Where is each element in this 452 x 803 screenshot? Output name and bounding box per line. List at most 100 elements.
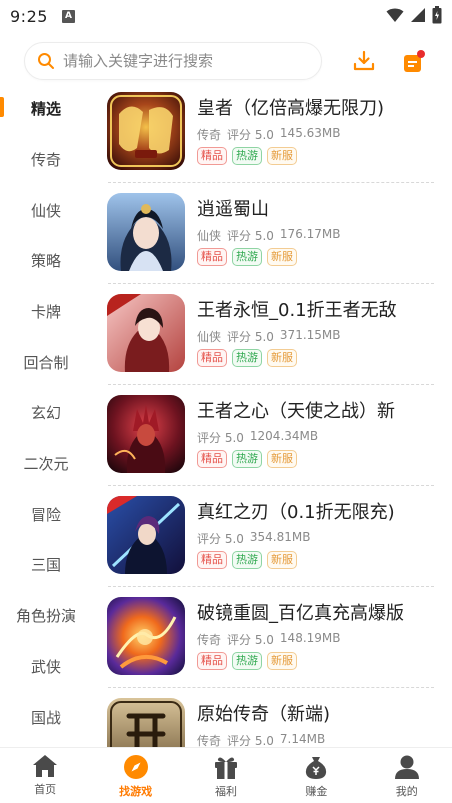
message-button[interactable] (400, 47, 428, 77)
game-size: 354.81MB (249, 530, 311, 544)
sidebar-item-three-kingdoms[interactable]: 三国 (0, 549, 92, 579)
tag-premium: 精品 (197, 450, 227, 468)
game-size: 371.15MB (279, 328, 341, 342)
game-title: 王者永恒_0.1折王者无敌 (197, 300, 397, 321)
sidebar-item-adventure[interactable]: 冒险 (0, 499, 92, 529)
nav-find-games[interactable]: 找游戏 (90, 748, 180, 803)
game-icon (107, 193, 185, 271)
game-tags: 精品 热游 新服 (197, 349, 297, 367)
game-genre: 传奇 (197, 734, 222, 747)
game-icon (107, 294, 185, 372)
game-title: 原始传奇（新端) (197, 704, 331, 725)
game-meta: 评分 5.0 354.81MB (197, 530, 310, 547)
nav-profile[interactable]: 我的 (362, 748, 452, 803)
tag-hot: 热游 (232, 349, 262, 367)
tag-new-server: 新服 (267, 349, 297, 367)
sidebar-item-anime[interactable]: 二次元 (0, 448, 92, 478)
nav-label: 福利 (214, 785, 237, 798)
game-item[interactable]: 真红之刃（0.1折无限充) 评分 5.0 354.81MB 精品 热游 新服 (100, 486, 434, 587)
battery-icon (432, 6, 442, 24)
sidebar-item-fantasy[interactable]: 玄幻 (0, 397, 92, 427)
tag-premium: 精品 (197, 147, 227, 165)
game-meta: 传奇 评分 5.0 7.14MB (197, 732, 325, 747)
game-meta: 传奇 评分 5.0 145.63MB (197, 126, 341, 143)
game-tags: 精品 热游 新服 (197, 450, 297, 468)
download-icon (353, 50, 375, 71)
game-icon (107, 92, 185, 170)
game-title: 王者之心（天使之战）新 (197, 401, 395, 422)
signal-icon (411, 8, 425, 22)
status-icons (386, 6, 442, 24)
tag-hot: 热游 (232, 248, 262, 266)
tag-new-server: 新服 (267, 147, 297, 165)
game-item[interactable]: 逍遥蜀山 仙侠 评分 5.0 176.17MB 精品 热游 新服 (100, 183, 434, 284)
search-icon (38, 53, 54, 69)
search-input[interactable] (63, 52, 303, 70)
game-meta: 仙侠 评分 5.0 371.15MB (197, 328, 341, 345)
game-item[interactable]: 王者永恒_0.1折王者无敌 仙侠 评分 5.0 371.15MB 精品 热游 新… (100, 284, 434, 385)
game-rating: 评分 5.0 (227, 330, 274, 344)
game-item[interactable]: 破镜重圆_百亿真充高爆版 传奇 评分 5.0 148.19MB 精品 热游 新服 (100, 587, 434, 688)
game-size: 145.63MB (279, 126, 341, 140)
status-time: 9:25 (10, 6, 48, 26)
game-title: 皇者（亿倍高爆无限刀) (197, 98, 385, 119)
sidebar-item-nation-war[interactable]: 国战 (0, 702, 92, 732)
tag-premium: 精品 (197, 248, 227, 266)
game-item[interactable]: 皇者（亿倍高爆无限刀) 传奇 评分 5.0 145.63MB 精品 热游 新服 (100, 82, 434, 183)
game-icon (107, 597, 185, 675)
game-genre: 传奇 (197, 128, 222, 142)
game-item[interactable]: 王者之心（天使之战）新 评分 5.0 1204.34MB 精品 热游 新服 (100, 385, 434, 486)
game-rating: 评分 5.0 (197, 431, 244, 445)
game-item[interactable]: 原始传奇（新端) 传奇 评分 5.0 7.14MB 精品 热游 新服 (100, 688, 434, 747)
sidebar-item-strategy[interactable]: 策略 (0, 245, 92, 275)
game-rating: 评分 5.0 (227, 229, 274, 243)
tag-premium: 精品 (197, 652, 227, 670)
sidebar-item-xianxia[interactable]: 仙侠 (0, 195, 92, 225)
search-header (0, 42, 452, 82)
notification-app-icon: A (61, 9, 75, 23)
game-size: 1204.34MB (249, 429, 319, 443)
game-rating: 评分 5.0 (197, 532, 244, 546)
nav-label: 找游戏 (119, 785, 153, 798)
game-title: 破镜重圆_百亿真充高爆版 (197, 603, 404, 624)
game-tags: 精品 热游 新服 (197, 248, 297, 266)
nav-welfare[interactable]: 福利 (181, 748, 271, 803)
sidebar-item-card[interactable]: 卡牌 (0, 296, 92, 326)
money-bag-icon (306, 757, 327, 779)
search-bar[interactable] (24, 42, 322, 80)
game-tags: 精品 热游 新服 (197, 652, 297, 670)
sidebar-item-featured[interactable]: 精选 (0, 93, 92, 123)
tag-hot: 热游 (232, 551, 262, 569)
nav-label: 首页 (34, 783, 57, 796)
tag-hot: 热游 (232, 652, 262, 670)
nav-earn-gold[interactable]: 赚金 (271, 748, 361, 803)
sidebar-item-rpg[interactable]: 角色扮演 (0, 600, 92, 630)
game-size: 176.17MB (279, 227, 341, 241)
sidebar-item-legend[interactable]: 传奇 (0, 144, 92, 174)
game-title: 逍遥蜀山 (197, 199, 269, 220)
game-genre: 传奇 (197, 633, 222, 647)
tag-new-server: 新服 (267, 652, 297, 670)
game-meta: 评分 5.0 1204.34MB (197, 429, 318, 446)
download-button[interactable] (350, 47, 378, 75)
tag-hot: 热游 (232, 147, 262, 165)
tag-premium: 精品 (197, 551, 227, 569)
message-icon (404, 50, 425, 72)
game-tags: 精品 热游 新服 (197, 551, 297, 569)
user-icon (394, 755, 419, 779)
game-genre: 仙侠 (197, 330, 222, 344)
compass-icon (123, 755, 148, 779)
game-icon (107, 395, 185, 473)
game-list: 皇者（亿倍高爆无限刀) 传奇 评分 5.0 145.63MB 精品 热游 新服 … (100, 82, 452, 747)
tag-hot: 热游 (232, 450, 262, 468)
tag-new-server: 新服 (267, 450, 297, 468)
bottom-nav: 首页 找游戏 福利 赚金 我的 (0, 747, 452, 803)
game-size: 7.14MB (279, 732, 326, 746)
game-icon (107, 496, 185, 574)
game-rating: 评分 5.0 (227, 734, 274, 747)
nav-label: 我的 (395, 785, 418, 798)
nav-home[interactable]: 首页 (0, 748, 90, 803)
sidebar-item-wuxia[interactable]: 武侠 (0, 651, 92, 681)
tag-new-server: 新服 (267, 248, 297, 266)
sidebar-item-turn-based[interactable]: 回合制 (0, 347, 92, 377)
